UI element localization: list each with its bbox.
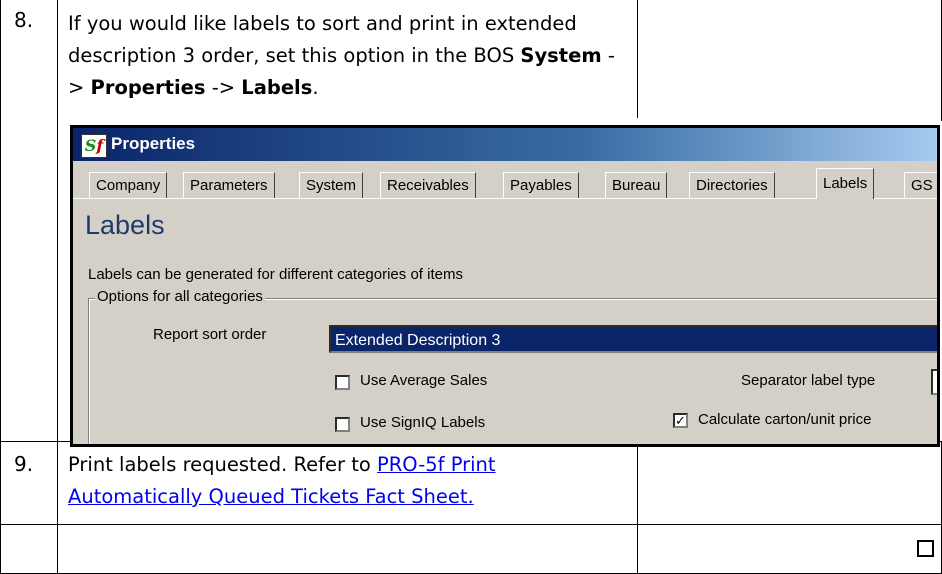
menu-labels: Labels: [241, 76, 313, 99]
calc-carton-label: Calculate carton/unit price: [698, 411, 872, 428]
tab-system[interactable]: System: [299, 172, 364, 198]
tab-labels[interactable]: Labels: [816, 168, 875, 199]
checkmark-icon: ✓: [675, 413, 686, 428]
options-group-title: Options for all categories: [95, 288, 265, 305]
step-9-text: Print labels requested. Refer to: [68, 453, 377, 476]
labels-description: Labels can be generated for different ca…: [88, 266, 463, 283]
table-col-divider-1: [57, 0, 58, 574]
separator-label-type-label: Separator label type: [741, 372, 876, 389]
table-col-divider-2: [637, 443, 638, 574]
completion-checkbox[interactable]: [917, 540, 934, 557]
step-number: 9.: [14, 452, 34, 476]
report-sort-label: Report sort order: [153, 326, 267, 343]
dialog-titlebar: Sf Properties: [73, 128, 937, 161]
row-divider-2: [0, 524, 942, 525]
report-sort-order-select[interactable]: Extended Description 3: [329, 325, 937, 353]
menu-properties: Properties: [90, 76, 206, 99]
tab-strip: Company Parameters System Receivables Pa…: [73, 168, 937, 199]
labels-heading: Labels: [85, 210, 165, 240]
use-signiq-checkbox[interactable]: [335, 417, 350, 432]
sf-logo-icon: Sf: [81, 134, 107, 158]
properties-dialog-screenshot: Sf Properties Company Parameters System …: [70, 125, 940, 447]
menu-system: System: [520, 44, 602, 67]
tab-payables[interactable]: Payables: [503, 172, 579, 198]
menu-separator: ->: [205, 76, 242, 99]
tab-parameters[interactable]: Parameters: [183, 172, 275, 198]
fact-sheet-table: 8. If you would like labels to sort and …: [0, 0, 942, 574]
step-9-instruction: Print labels requested. Refer to PRO-5f …: [68, 449, 628, 513]
use-signiq-label: Use SignIQ Labels: [360, 414, 486, 431]
use-average-sales-label: Use Average Sales: [360, 372, 488, 389]
tab-directories[interactable]: Directories: [689, 172, 775, 198]
tab-receivables[interactable]: Receivables: [380, 172, 476, 198]
use-average-sales-checkbox[interactable]: [335, 375, 350, 390]
step-8-intro: If you would like labels to sort and pri…: [68, 12, 577, 67]
tab-company[interactable]: Company: [89, 172, 168, 198]
separator-label-type-field[interactable]: [931, 369, 937, 395]
step-number: 8.: [14, 8, 34, 32]
tab-bureau[interactable]: Bureau: [605, 172, 668, 198]
step-8-end: .: [312, 76, 319, 99]
dialog-title: Properties: [111, 134, 196, 153]
calc-carton-checkbox[interactable]: ✓: [673, 413, 688, 428]
table-col-divider-2: [637, 0, 638, 118]
step-8-instruction: If you would like labels to sort and pri…: [68, 8, 628, 104]
tab-gs[interactable]: GS: [904, 172, 937, 198]
table-border-left: [0, 0, 1, 574]
